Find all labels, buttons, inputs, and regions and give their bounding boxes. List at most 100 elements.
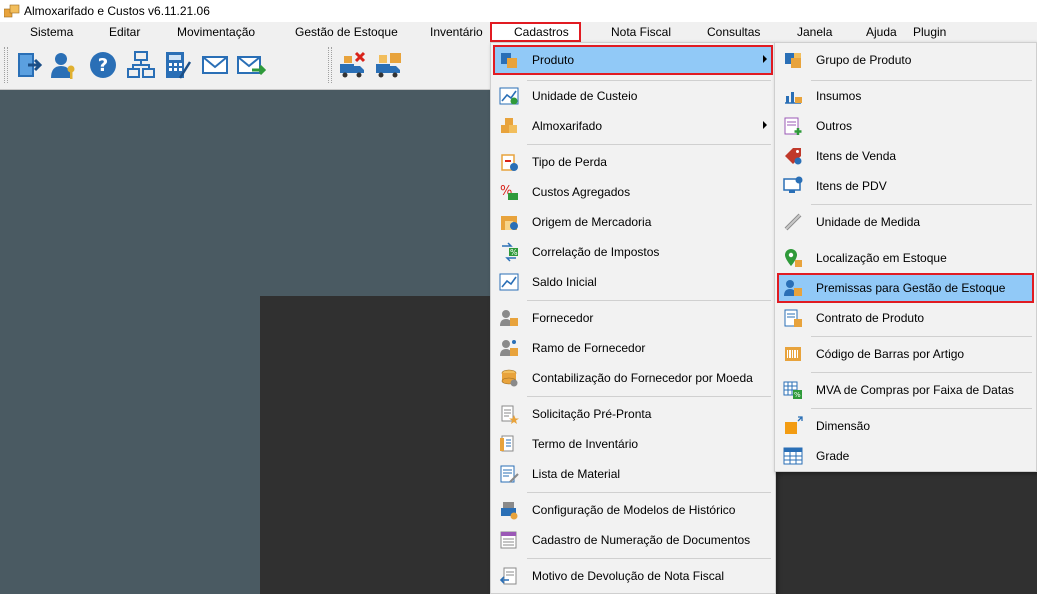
menu-item-dimensao[interactable]: Dimensão bbox=[777, 411, 1034, 441]
menu-item-premissas-gestao-estoque[interactable]: Premissas para Gestão de Estoque bbox=[777, 273, 1034, 303]
location-pin-icon bbox=[785, 249, 802, 267]
mail-send-icon bbox=[237, 56, 266, 76]
menu-item-grade[interactable]: Grade bbox=[777, 441, 1034, 471]
menu-item-contabilizacao-fornecedor-moeda[interactable]: Contabilização do Fornecedor por Moeda bbox=[493, 363, 773, 393]
menu-separator bbox=[527, 492, 771, 493]
menu-item-contrato-de-produto[interactable]: Contrato de Produto bbox=[777, 303, 1034, 333]
menu-movimentacao[interactable]: Movimentação bbox=[177, 22, 255, 42]
menu-item-grupo-de-produto[interactable]: Grupo de Produto bbox=[777, 45, 1034, 75]
menu-item-cadastro-numeracao-documentos[interactable]: Cadastro de Numeração de Documentos bbox=[493, 525, 773, 555]
menu-separator bbox=[527, 396, 771, 397]
supplies-icon bbox=[785, 92, 802, 104]
menu-item-produto[interactable]: Produto bbox=[493, 45, 773, 75]
chart-money-icon bbox=[499, 87, 519, 105]
menu-item-tipo-de-perda[interactable]: Tipo de Perda bbox=[493, 147, 773, 177]
menu-item-origem-de-mercadoria[interactable]: Origem de Mercadoria bbox=[493, 207, 773, 237]
menu-separator bbox=[811, 372, 1032, 373]
percent-money-icon: % bbox=[500, 184, 518, 200]
barcode-icon bbox=[785, 347, 801, 361]
help-button[interactable]: ? bbox=[86, 48, 120, 82]
menu-bar: Sistema Editar Movimentação Gestão de Es… bbox=[0, 22, 1037, 42]
menu-sistema[interactable]: Sistema bbox=[30, 22, 73, 42]
menu-item-almoxarifado[interactable]: Almoxarifado bbox=[493, 111, 773, 141]
svg-text:%: % bbox=[794, 391, 801, 399]
menu-nota-fiscal[interactable]: Nota Fiscal bbox=[611, 22, 671, 42]
menu-item-ramo-de-fornecedor[interactable]: Ramo de Fornecedor bbox=[493, 333, 773, 363]
menu-item-insumos[interactable]: Insumos bbox=[777, 81, 1034, 111]
history-config-icon bbox=[501, 502, 518, 520]
menu-item-unidade-de-custeio[interactable]: Unidade de Custeio bbox=[493, 81, 773, 111]
mva-icon: % bbox=[783, 381, 802, 399]
menu-item-motivo-devolucao-nota-fiscal[interactable]: Motivo de Devolução de Nota Fiscal bbox=[493, 561, 773, 591]
menu-item-lista-de-material[interactable]: Lista de Material bbox=[493, 459, 773, 489]
menu-ajuda[interactable]: Ajuda bbox=[866, 22, 897, 42]
contract-icon bbox=[784, 309, 802, 327]
product-group-icon bbox=[785, 53, 801, 68]
menu-janela[interactable]: Janela bbox=[797, 22, 832, 42]
menu-inventario[interactable]: Inventário bbox=[430, 22, 483, 42]
truck-box-icon bbox=[376, 53, 401, 78]
menu-separator bbox=[811, 408, 1032, 409]
produto-submenu: Grupo de Produto Insumos Outros Itens de… bbox=[774, 42, 1037, 472]
org-chart-icon bbox=[127, 51, 155, 78]
tax-icon: % bbox=[502, 242, 518, 262]
menu-separator bbox=[811, 336, 1032, 337]
menu-consultas[interactable]: Consultas bbox=[707, 22, 760, 42]
dimension-icon bbox=[785, 416, 803, 434]
menu-item-saldo-inicial[interactable]: Saldo Inicial bbox=[493, 267, 773, 297]
menu-item-itens-de-pdv[interactable]: Itens de PDV bbox=[777, 171, 1034, 201]
menu-plugin[interactable]: Plugin bbox=[913, 22, 946, 42]
toolbar-grip[interactable] bbox=[4, 47, 8, 83]
menu-item-outros[interactable]: Outros bbox=[777, 111, 1034, 141]
user-key-button[interactable] bbox=[46, 48, 80, 82]
document-star-icon bbox=[501, 405, 519, 424]
grid-icon bbox=[783, 447, 803, 465]
stock-premises-icon bbox=[784, 280, 802, 296]
menu-cadastros[interactable]: Cadastros bbox=[490, 22, 581, 42]
menu-item-correlacao-de-impostos[interactable]: % Correlação de Impostos bbox=[493, 237, 773, 267]
return-invoice-icon bbox=[499, 567, 517, 585]
menu-item-unidade-de-medida[interactable]: Unidade de Medida bbox=[777, 207, 1034, 237]
exit-button[interactable] bbox=[12, 48, 46, 82]
mail-button[interactable] bbox=[198, 48, 232, 82]
truck-cancel-button[interactable] bbox=[336, 48, 370, 82]
app-boxes-icon bbox=[4, 4, 20, 18]
toolbar-grip-2[interactable] bbox=[328, 47, 332, 83]
menu-gestao-de-estoque[interactable]: Gestão de Estoque bbox=[295, 22, 398, 42]
calculator-icon bbox=[166, 52, 192, 79]
menu-item-mva-compras-faixa-datas[interactable]: % MVA de Compras por Faixa de Datas bbox=[777, 375, 1034, 405]
mail-send-button[interactable] bbox=[234, 48, 268, 82]
menu-item-configuracao-modelos-historico[interactable]: Configuração de Modelos de Histórico bbox=[493, 495, 773, 525]
menu-item-itens-de-venda[interactable]: Itens de Venda bbox=[777, 141, 1034, 171]
pos-icon bbox=[783, 176, 803, 193]
svg-text:?: ? bbox=[98, 55, 108, 76]
svg-text:%: % bbox=[510, 248, 518, 257]
menu-item-termo-de-inventario[interactable]: Termo de Inventário bbox=[493, 429, 773, 459]
menu-separator bbox=[527, 144, 771, 145]
menu-item-codigo-barras-artigo[interactable]: Código de Barras por Artigo bbox=[777, 339, 1034, 369]
title-bar: Almoxarifado e Custos v6.11.21.06 bbox=[0, 0, 1037, 22]
calculator-button[interactable] bbox=[160, 48, 194, 82]
menu-editar[interactable]: Editar bbox=[109, 22, 140, 42]
menu-separator bbox=[527, 300, 771, 301]
menu-item-solicitacao-pre-pronta[interactable]: Solicitação Pré-Pronta bbox=[493, 399, 773, 429]
menu-item-fornecedor[interactable]: Fornecedor bbox=[493, 303, 773, 333]
exit-icon bbox=[18, 53, 43, 77]
numbering-icon bbox=[500, 531, 517, 549]
user-key-icon bbox=[51, 53, 75, 79]
org-chart-button[interactable] bbox=[124, 48, 158, 82]
product-icon bbox=[501, 53, 517, 68]
menu-item-localizacao-em-estoque[interactable]: Localização em Estoque bbox=[777, 243, 1034, 273]
truck-box-button[interactable] bbox=[372, 48, 406, 82]
truck-cancel-icon bbox=[340, 51, 366, 78]
window-title: Almoxarifado e Custos v6.11.21.06 bbox=[24, 4, 210, 18]
supplier-branch-icon bbox=[500, 340, 518, 356]
ruler-icon bbox=[784, 213, 802, 231]
menu-item-custos-agregados[interactable]: % Custos Agregados bbox=[493, 177, 773, 207]
mail-icon bbox=[202, 56, 228, 74]
supplier-icon bbox=[500, 310, 518, 326]
menu-separator bbox=[527, 558, 771, 559]
chart-balance-icon bbox=[499, 273, 519, 291]
clipboard-minus-icon bbox=[501, 154, 518, 171]
menu-separator bbox=[811, 204, 1032, 205]
